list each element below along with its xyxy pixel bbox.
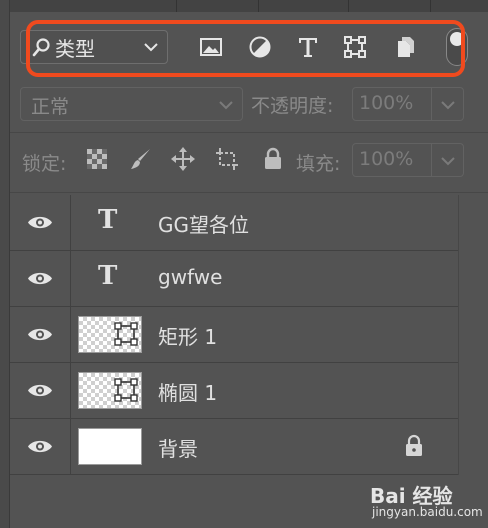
layer-thumbnail[interactable] [78, 428, 142, 465]
eye-icon [28, 384, 52, 397]
layers-list: T GG望各位 T gwfwe 矩形 1 椭圆 1 背景 [10, 195, 458, 475]
layer-name[interactable]: GG望各位 [158, 209, 249, 238]
layers-scrollbar[interactable] [458, 195, 488, 475]
layer-kind-label: 类型 [55, 36, 95, 61]
layer-row-ellipse[interactable]: 椭圆 1 [10, 363, 458, 419]
opacity-value: 100% [359, 92, 414, 114]
divider [10, 192, 488, 193]
layer-row-rectangle[interactable]: 矩形 1 [10, 307, 458, 363]
fill-label: 填充: [296, 153, 341, 175]
opacity-input[interactable]: 100% [352, 87, 432, 121]
shape-filter-icon[interactable] [343, 35, 367, 59]
layer-name[interactable]: 背景 [158, 433, 198, 462]
lock-icon[interactable] [403, 434, 425, 458]
layer-row-background[interactable]: 背景 [10, 419, 458, 475]
opacity-dropdown-button[interactable] [432, 87, 464, 121]
blend-mode-value: 正常 [31, 96, 70, 118]
panel-left-edge [0, 0, 10, 528]
layer-row-text-1[interactable]: T GG望各位 [10, 195, 458, 251]
divider [10, 132, 488, 133]
chevron-down-icon [144, 43, 158, 52]
visibility-toggle[interactable] [10, 363, 71, 418]
visibility-toggle[interactable] [10, 251, 71, 306]
lock-image-pixels-icon[interactable] [128, 146, 154, 172]
opacity-label: 不透明度: [251, 95, 334, 117]
image-filter-icon[interactable] [199, 35, 223, 59]
blend-mode-select[interactable]: 正常 [20, 87, 243, 121]
layer-kind-filter-select[interactable]: 类型 [20, 30, 168, 64]
eye-icon [28, 272, 52, 285]
smart-object-filter-icon[interactable] [393, 35, 417, 59]
eye-icon [28, 440, 52, 453]
fill-input[interactable]: 100% [352, 143, 432, 177]
filter-toggle-switch[interactable] [446, 28, 468, 66]
text-layer-icon: T [98, 261, 118, 291]
layer-row-text-2[interactable]: T gwfwe [10, 251, 458, 307]
panel-tab-strip [0, 0, 488, 12]
layer-name[interactable]: 矩形 1 [158, 321, 217, 350]
visibility-toggle[interactable] [10, 307, 71, 362]
layer-name[interactable]: gwfwe [158, 265, 222, 289]
vector-shape-icon [114, 378, 138, 402]
fill-value: 100% [359, 148, 414, 170]
lock-position-icon[interactable] [170, 146, 196, 172]
vector-shape-icon [114, 322, 138, 346]
text-layer-icon: T [98, 205, 118, 235]
chevron-down-icon [441, 157, 455, 166]
layer-name[interactable]: 椭圆 1 [158, 377, 217, 406]
type-filter-icon[interactable] [296, 35, 320, 59]
lock-all-icon[interactable] [260, 146, 286, 172]
fill-dropdown-button[interactable] [432, 143, 464, 177]
chevron-down-icon [441, 101, 455, 110]
lock-label: 锁定: [22, 153, 67, 175]
watermark-url: jingyan.baidu.com [372, 505, 483, 519]
adjustment-filter-icon[interactable] [248, 35, 272, 59]
lock-artboard-icon[interactable] [214, 146, 240, 172]
chevron-down-icon [219, 101, 233, 110]
eye-icon [28, 216, 52, 229]
visibility-toggle[interactable] [10, 195, 71, 250]
eye-icon [28, 328, 52, 341]
search-icon [32, 38, 50, 57]
visibility-toggle[interactable] [10, 419, 71, 474]
lock-transparent-pixels-icon[interactable] [84, 146, 110, 172]
